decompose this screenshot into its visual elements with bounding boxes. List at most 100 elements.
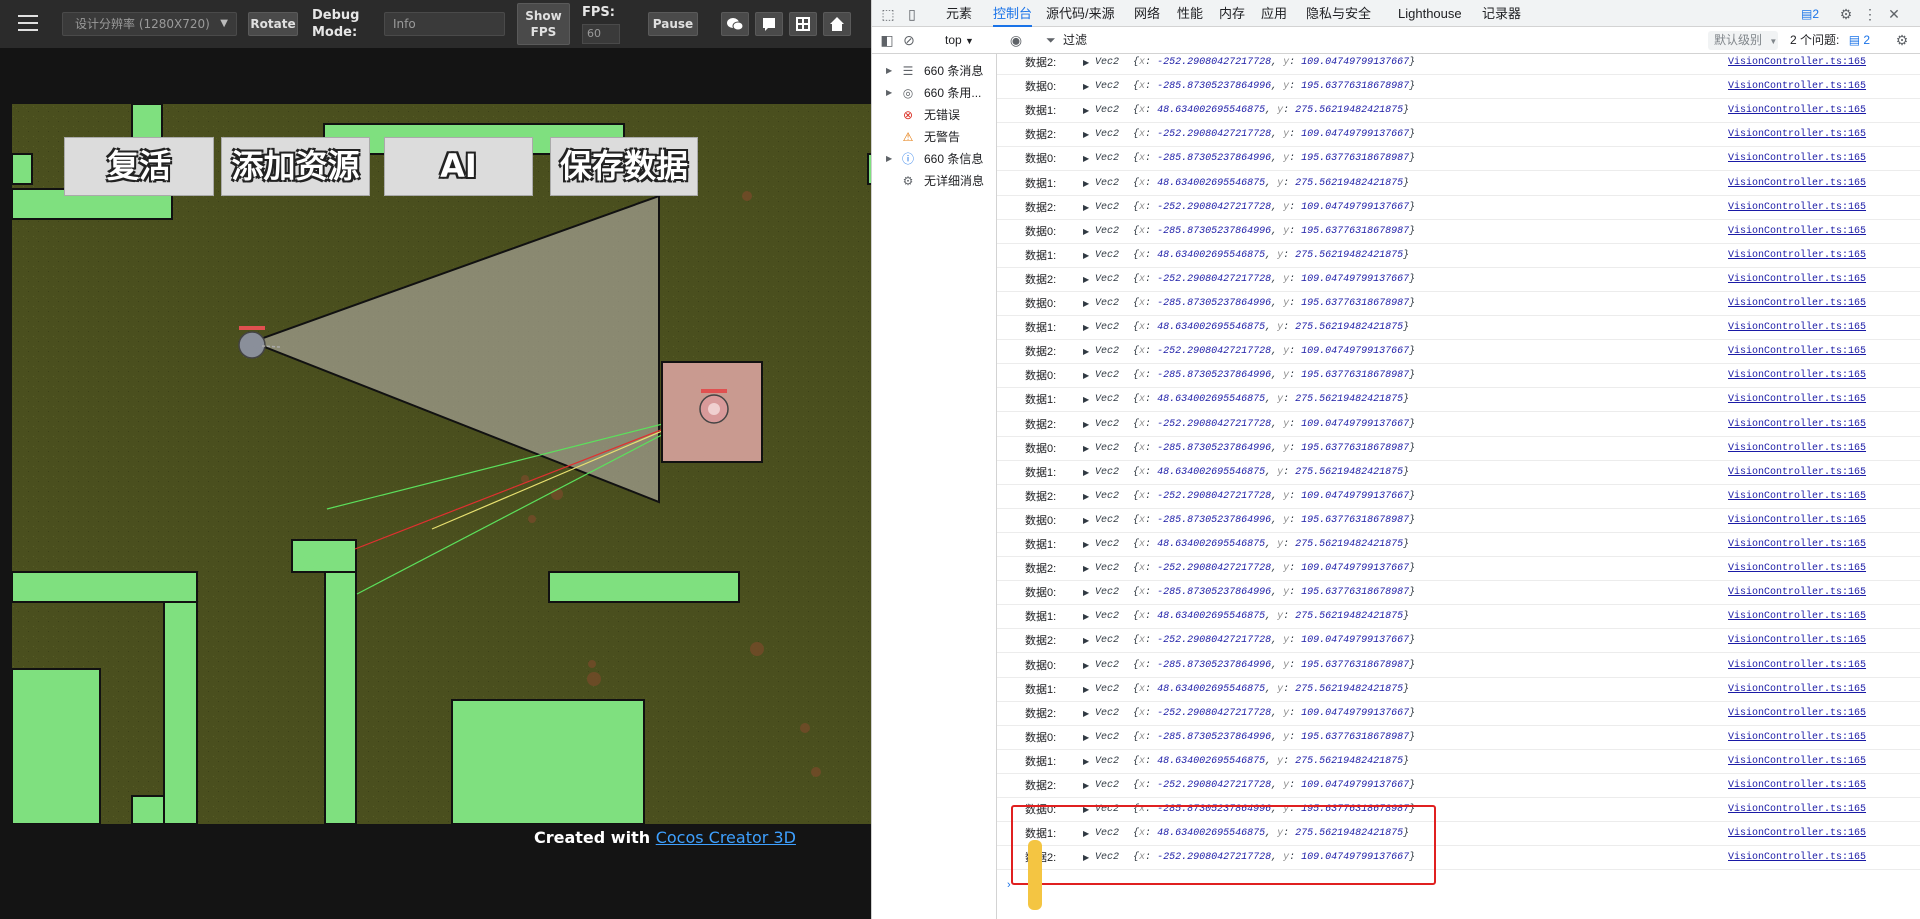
source-link[interactable]: VisionController.ts:165: [1728, 581, 1866, 605]
sidebar-item[interactable]: ▶ ◎ 660 条用...: [872, 82, 997, 104]
expand-arrow-icon[interactable]: ▶: [1083, 654, 1089, 678]
tab-recorder[interactable]: 记录器: [1482, 0, 1521, 27]
expand-arrow-icon[interactable]: ▶: [1083, 774, 1089, 798]
game-canvas[interactable]: [12, 104, 871, 824]
chat-icon[interactable]: [755, 12, 783, 36]
source-link[interactable]: VisionController.ts:165: [1728, 99, 1866, 123]
vec2-object[interactable]: Vec2 {x: -252.29080427217728, y: 109.0474…: [1095, 413, 1415, 437]
debug-mode-select[interactable]: Info: [384, 12, 505, 36]
context-select[interactable]: top ▼: [945, 27, 974, 55]
tab-sources[interactable]: 源代码/来源: [1046, 0, 1115, 27]
expand-arrow-icon[interactable]: ▶: [1083, 413, 1089, 437]
source-link[interactable]: VisionController.ts:165: [1728, 388, 1866, 412]
show-fps-button[interactable]: Show FPS: [517, 3, 570, 45]
source-link[interactable]: VisionController.ts:165: [1728, 268, 1866, 292]
expand-arrow-icon[interactable]: ▶: [1083, 485, 1089, 509]
source-link[interactable]: VisionController.ts:165: [1728, 244, 1866, 268]
source-link[interactable]: VisionController.ts:165: [1728, 172, 1866, 196]
eye-icon[interactable]: ◉: [1008, 32, 1024, 48]
expand-arrow-icon[interactable]: ▶: [886, 82, 892, 104]
source-link[interactable]: VisionController.ts:165: [1728, 340, 1866, 364]
expand-arrow-icon[interactable]: ▶: [1083, 605, 1089, 629]
expand-arrow-icon[interactable]: ▶: [1083, 340, 1089, 364]
tab-application[interactable]: 应用: [1261, 0, 1287, 27]
issues-summary[interactable]: 2 个问题: ▤ 2: [1790, 27, 1870, 54]
source-link[interactable]: VisionController.ts:165: [1728, 292, 1866, 316]
source-link[interactable]: VisionController.ts:165: [1728, 702, 1866, 726]
expand-arrow-icon[interactable]: ▶: [1083, 123, 1089, 147]
source-link[interactable]: VisionController.ts:165: [1728, 629, 1866, 653]
vec2-object[interactable]: Vec2 {x: -285.87305237864996, y: 195.6377…: [1095, 147, 1415, 171]
home-icon[interactable]: [823, 12, 851, 36]
source-link[interactable]: VisionController.ts:165: [1728, 822, 1866, 846]
more-vertical-icon[interactable]: ⋮: [1862, 6, 1878, 22]
source-link[interactable]: VisionController.ts:165: [1728, 413, 1866, 437]
expand-arrow-icon[interactable]: ▶: [1083, 220, 1089, 244]
vec2-object[interactable]: Vec2 {x: -285.87305237864996, y: 195.6377…: [1095, 509, 1415, 533]
expand-arrow-icon[interactable]: ▶: [1083, 364, 1089, 388]
cocos-creator-link[interactable]: Cocos Creator 3D: [656, 828, 796, 847]
expand-arrow-icon[interactable]: ▶: [1083, 437, 1089, 461]
vec2-object[interactable]: Vec2 {x: -252.29080427217728, y: 109.0474…: [1095, 774, 1415, 798]
tab-network[interactable]: 网络: [1134, 0, 1160, 27]
expand-arrow-icon[interactable]: ▶: [1083, 750, 1089, 774]
gear-icon[interactable]: ⚙: [1894, 32, 1910, 48]
source-link[interactable]: VisionController.ts:165: [1728, 196, 1866, 220]
vec2-object[interactable]: Vec2 {x: -285.87305237864996, y: 195.6377…: [1095, 581, 1415, 605]
source-link[interactable]: VisionController.ts:165: [1728, 485, 1866, 509]
grid-icon[interactable]: [789, 12, 817, 36]
issues-badge[interactable]: ▤2: [1797, 6, 1823, 22]
source-link[interactable]: VisionController.ts:165: [1728, 316, 1866, 340]
expand-arrow-icon[interactable]: ▶: [1083, 147, 1089, 171]
vec2-object[interactable]: Vec2 {x: -252.29080427217728, y: 109.0474…: [1095, 557, 1415, 581]
expand-arrow-icon[interactable]: ▶: [1083, 292, 1089, 316]
vec2-object[interactable]: Vec2 {x: -285.87305237864996, y: 195.6377…: [1095, 654, 1415, 678]
vec2-object[interactable]: Vec2 {x: 48.634002695546875, y: 275.56219…: [1095, 750, 1409, 774]
sidebar-item[interactable]: ▶ ⓘ 660 条信息: [872, 148, 997, 170]
vec2-object[interactable]: Vec2 {x: 48.634002695546875, y: 275.56219…: [1095, 172, 1409, 196]
vec2-object[interactable]: Vec2 {x: 48.634002695546875, y: 275.56219…: [1095, 316, 1409, 340]
vec2-object[interactable]: Vec2 {x: 48.634002695546875, y: 275.56219…: [1095, 388, 1409, 412]
game-button-save-data[interactable]: [550, 137, 698, 196]
sidebar-toggle-icon[interactable]: ◧: [879, 32, 895, 48]
scrollbar-thumb[interactable]: [1028, 840, 1042, 910]
expand-arrow-icon[interactable]: ▶: [1083, 316, 1089, 340]
vec2-object[interactable]: Vec2 {x: -285.87305237864996, y: 195.6377…: [1095, 220, 1415, 244]
source-link[interactable]: VisionController.ts:165: [1728, 774, 1866, 798]
tab-lighthouse[interactable]: Lighthouse: [1398, 0, 1462, 27]
source-link[interactable]: VisionController.ts:165: [1728, 461, 1866, 485]
expand-arrow-icon[interactable]: ▶: [1083, 581, 1089, 605]
expand-arrow-icon[interactable]: ▶: [1083, 268, 1089, 292]
vec2-object[interactable]: Vec2 {x: -252.29080427217728, y: 109.0474…: [1095, 268, 1415, 292]
expand-arrow-icon[interactable]: ▶: [1083, 172, 1089, 196]
tab-performance[interactable]: 性能: [1177, 0, 1203, 27]
device-toolbar-icon[interactable]: ▯: [904, 6, 920, 22]
source-link[interactable]: VisionController.ts:165: [1728, 54, 1866, 75]
wechat-icon[interactable]: [721, 12, 749, 36]
vec2-object[interactable]: Vec2 {x: -252.29080427217728, y: 109.0474…: [1095, 54, 1415, 75]
expand-arrow-icon[interactable]: ▶: [1083, 702, 1089, 726]
expand-arrow-icon[interactable]: ▶: [1083, 726, 1089, 750]
expand-arrow-icon[interactable]: ▶: [1083, 461, 1089, 485]
game-button-ai[interactable]: [384, 137, 533, 196]
source-link[interactable]: VisionController.ts:165: [1728, 220, 1866, 244]
vec2-object[interactable]: Vec2 {x: -285.87305237864996, y: 195.6377…: [1095, 437, 1415, 461]
tab-memory[interactable]: 内存: [1219, 0, 1245, 27]
sidebar-item[interactable]: ⚙ 无详细消息: [872, 170, 997, 192]
expand-arrow-icon[interactable]: ▶: [1083, 557, 1089, 581]
pause-button[interactable]: Pause: [648, 12, 698, 36]
menu-icon[interactable]: [18, 15, 38, 31]
resolution-select[interactable]: 设计分辨率 (1280X720) ▼: [62, 12, 237, 36]
vec2-object[interactable]: Vec2 {x: 48.634002695546875, y: 275.56219…: [1095, 678, 1409, 702]
source-link[interactable]: VisionController.ts:165: [1728, 75, 1866, 99]
close-icon[interactable]: ✕: [1886, 6, 1902, 22]
clear-console-icon[interactable]: ⊘: [901, 32, 917, 48]
vec2-object[interactable]: Vec2 {x: -285.87305237864996, y: 195.6377…: [1095, 75, 1415, 99]
tab-console[interactable]: 控制台: [993, 0, 1033, 27]
expand-arrow-icon[interactable]: ▶: [1083, 509, 1089, 533]
source-link[interactable]: VisionController.ts:165: [1728, 726, 1866, 750]
vec2-object[interactable]: Vec2 {x: -252.29080427217728, y: 109.0474…: [1095, 123, 1415, 147]
source-link[interactable]: VisionController.ts:165: [1728, 557, 1866, 581]
sidebar-item[interactable]: ⚠ 无警告: [872, 126, 997, 148]
source-link[interactable]: VisionController.ts:165: [1728, 364, 1866, 388]
